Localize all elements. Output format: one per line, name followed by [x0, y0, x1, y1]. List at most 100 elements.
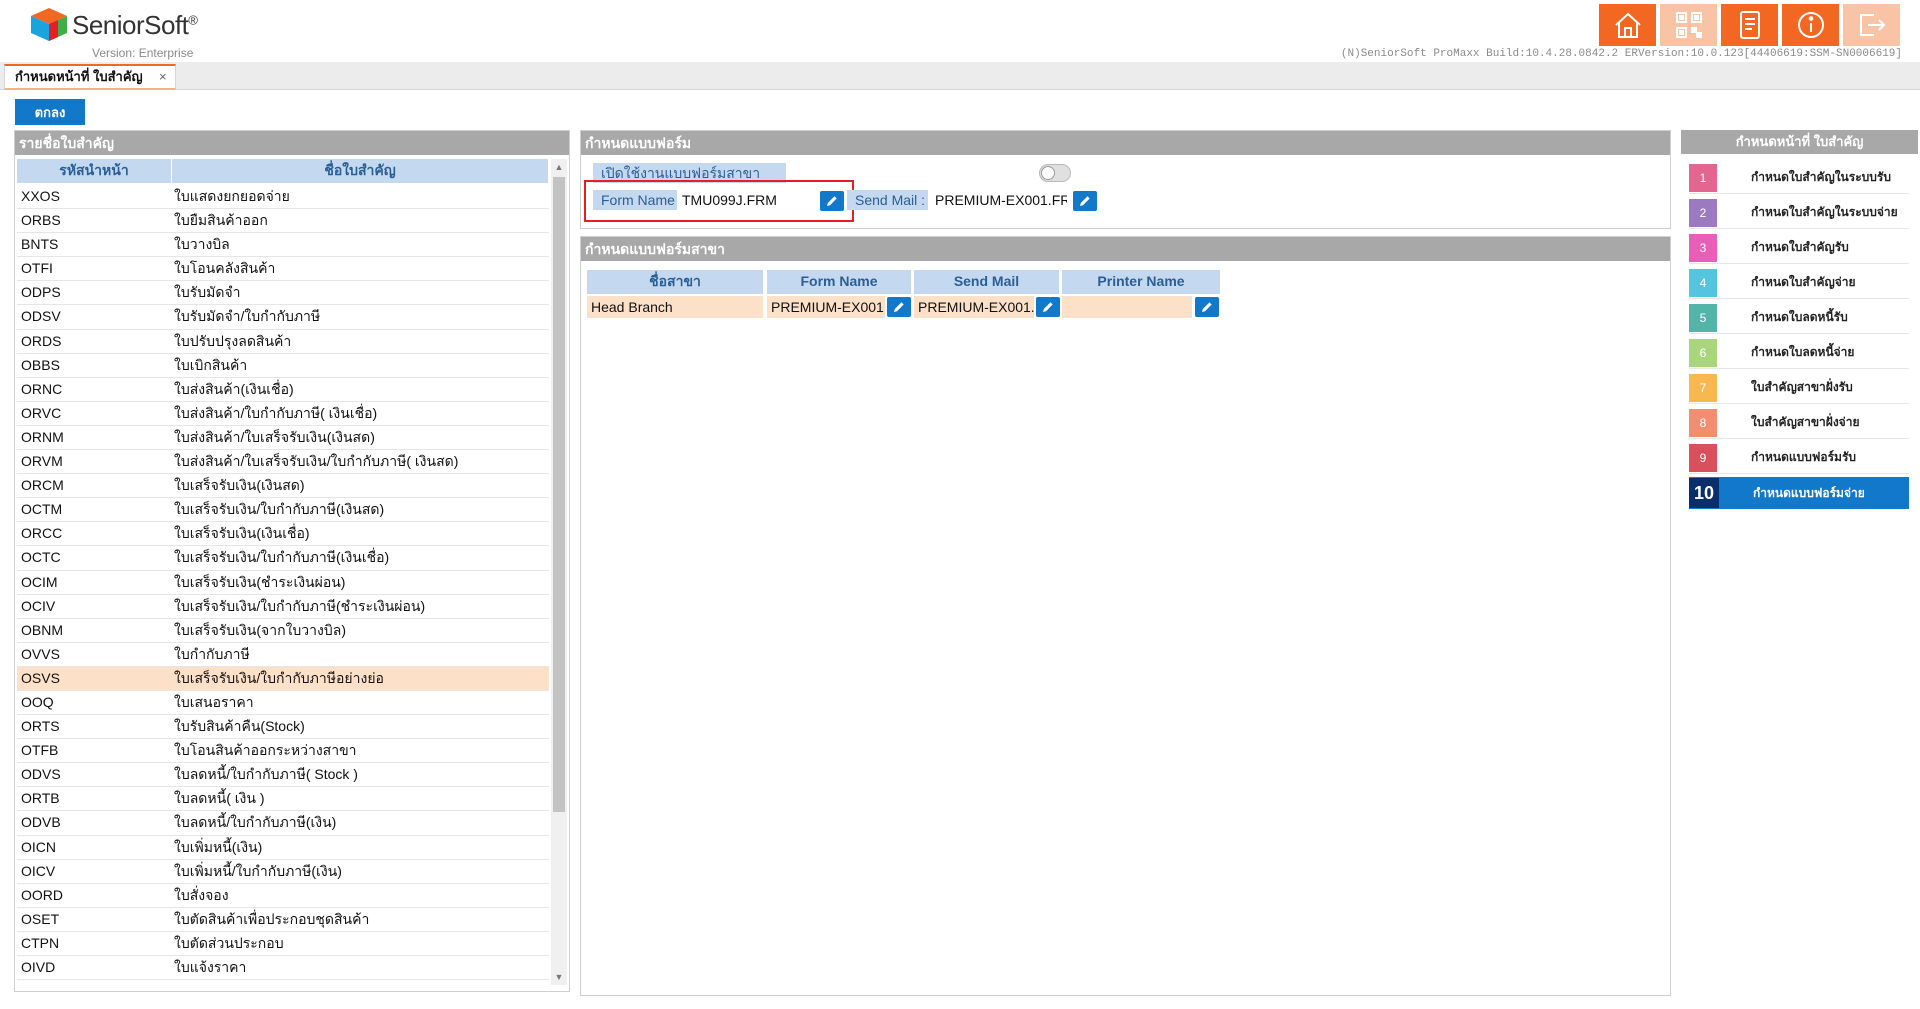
nav-item-3[interactable]: 3 กำหนดใบสำคัญรับ	[1689, 232, 1909, 264]
document-code: OBNM	[21, 621, 63, 638]
branch-send-mail-cell[interactable]: PREMIUM-EX001.FRM	[914, 296, 1034, 318]
table-row[interactable]: ORCM ใบเสร็จรับเงิน(เงินสด)	[17, 474, 549, 499]
table-row[interactable]: OORD ใบสั่งจอง	[17, 884, 549, 908]
nav-item-label: กำหนดใบสำคัญในระบบรับ	[1751, 170, 1891, 184]
document-name: ใบเสนอราคา	[174, 693, 254, 710]
document-name: ใบเบิกสินค้า	[174, 356, 248, 373]
nav-item-1[interactable]: 1 กำหนดใบสำคัญในระบบรับ	[1689, 162, 1909, 194]
branch-name-cell[interactable]: Head Branch	[587, 296, 763, 318]
nav-item-10[interactable]: 10 กำหนดแบบฟอร์มจ่าย	[1689, 477, 1909, 509]
document-list-button[interactable]	[1721, 4, 1778, 46]
qr-code-icon	[1675, 12, 1702, 38]
column-header-code[interactable]: รหัสนำหน้า	[17, 159, 172, 183]
table-row[interactable]: OOQ ใบเสนอราคา	[17, 691, 549, 716]
document-name: ใบเสร็จรับเงิน/ใบกำกับภาษี(เงินเชื่อ)	[174, 549, 390, 566]
scroll-up-icon[interactable]: ▲	[551, 159, 567, 175]
document-code: OBBS	[21, 356, 60, 373]
table-row[interactable]: ORTS ใบรับสินค้าคืน(Stock)	[17, 715, 549, 740]
table-row[interactable]: ORBS ใบยืมสินค้าออก	[17, 209, 549, 234]
nav-item-label: กำหนดแบบฟอร์มจ่าย	[1753, 485, 1865, 500]
table-row[interactable]: ODVS ใบลดหนี้/ใบกำกับภาษี( Stock )	[17, 763, 549, 788]
table-row[interactable]: ORNC ใบส่งสินค้า(เงินเชื่อ)	[17, 378, 549, 402]
table-row[interactable]: ORTB ใบลดหนี้( เงิน )	[17, 787, 549, 812]
document-list-title: รายชื่อใบสำคัญ	[15, 131, 569, 155]
nav-item-9[interactable]: 9 กำหนดแบบฟอร์มรับ	[1689, 442, 1909, 474]
form-settings-title: กำหนดแบบฟอร์ม	[581, 131, 1670, 155]
pencil-icon	[894, 302, 904, 312]
pencil-icon	[1043, 302, 1053, 312]
top-toolbar	[1599, 4, 1900, 46]
table-row[interactable]: OIVD ใบแจ้งราคา	[17, 956, 549, 981]
info-button[interactable]	[1782, 4, 1839, 46]
table-row[interactable]: CTPN ใบตัดส่วนประกอบ	[17, 932, 549, 956]
table-row[interactable]: OSVS ใบเสร็จรับเงิน/ใบกำกับภาษีอย่างย่อ	[17, 666, 549, 691]
table-row[interactable]: OCTM ใบเสร็จรับเงิน/ใบกำกับภาษี(เงินสด)	[17, 498, 549, 523]
branch-printer-name-cell[interactable]	[1062, 296, 1192, 318]
nav-item-label: กำหนดใบสำคัญในระบบจ่าย	[1751, 205, 1898, 219]
table-row[interactable]: ORVC ใบส่งสินค้า/ใบกำกับภาษี( เงินเชื่อ)	[17, 402, 549, 426]
highlight-box	[584, 180, 854, 222]
table-row[interactable]: OVVS ใบกำกับภาษี	[17, 643, 549, 667]
nav-item-7[interactable]: 7 ใบสำคัญสาขาฝั่งรับ	[1689, 372, 1909, 404]
send-mail-label: Send Mail :	[847, 190, 928, 210]
branch-form-toggle[interactable]	[1039, 164, 1071, 182]
table-row[interactable]: ORDS ใบปรับปรุงลดสินค้า	[17, 330, 549, 354]
tab-document-duty[interactable]: กำหนดหน้าที่ ใบสำคัญ ×	[4, 64, 176, 90]
branch-form-name-cell[interactable]: PREMIUM-EX001.FRM	[767, 296, 885, 318]
edit-branch-form-name-button[interactable]	[887, 297, 911, 317]
document-name: ใบรับมัดจำ/ใบกำกับภาษี	[174, 308, 321, 325]
document-code: OTFI	[21, 260, 53, 277]
close-icon[interactable]: ×	[159, 66, 167, 87]
toggle-knob	[1041, 166, 1055, 180]
table-row[interactable]: OCIM ใบเสร็จรับเงิน(ชำระเงินผ่อน)	[17, 571, 549, 595]
scroll-thumb[interactable]	[553, 177, 565, 812]
table-row[interactable]: OICN ใบเพิ่มหนี้(เงิน)	[17, 836, 549, 860]
table-row[interactable]: ODVB ใบลดหนี้/ใบกำกับภาษี(เงิน)	[17, 811, 549, 836]
table-row[interactable]: XXOS ใบแสดงยกยอดจ่าย	[17, 185, 549, 210]
ok-button[interactable]: ตกลง	[15, 99, 85, 125]
scroll-down-icon[interactable]: ▼	[551, 969, 567, 985]
edit-send-mail-button[interactable]	[1073, 191, 1097, 211]
table-row[interactable]: ORCC ใบเสร็จรับเงิน(เงินเชื่อ)	[17, 522, 549, 547]
table-row[interactable]: OCTC ใบเสร็จรับเงิน/ใบกำกับภาษี(เงินเชื่อ…	[17, 546, 549, 571]
nav-item-6[interactable]: 6 กำหนดใบลดหนี้จ่าย	[1689, 337, 1909, 369]
document-name: ใบกำกับภาษี	[174, 645, 250, 662]
table-row[interactable]: OBBS ใบเบิกสินค้า	[17, 354, 549, 378]
table-row[interactable]: OSET ใบตัดสินค้าเพื่อประกอบชุดสินค้า	[17, 908, 549, 932]
document-name: ใบลดหนี้/ใบกำกับภาษี(เงิน)	[174, 814, 337, 831]
nav-item-2[interactable]: 2 กำหนดใบสำคัญในระบบจ่าย	[1689, 197, 1909, 229]
document-name: ใบตัดสินค้าเพื่อประกอบชุดสินค้า	[174, 910, 370, 927]
pencil-icon	[1080, 196, 1090, 206]
edit-branch-printer-button[interactable]	[1195, 297, 1219, 317]
table-row[interactable]: OTFI ใบโอนคลังสินค้า	[17, 257, 549, 282]
document-name: ใบเสร็จรับเงิน/ใบกำกับภาษี(ชำระเงินผ่อน)	[174, 597, 426, 614]
table-row[interactable]: BNTS ใบวางบิล	[17, 233, 549, 258]
table-row[interactable]: ODSV ใบรับมัดจำ/ใบกำกับภาษี	[17, 305, 549, 330]
version-text: Version: Enterprise	[92, 46, 194, 60]
document-code: XXOS	[21, 188, 60, 204]
edit-branch-send-mail-button[interactable]	[1036, 297, 1060, 317]
home-button[interactable]	[1599, 4, 1656, 46]
document-code: OICN	[21, 838, 56, 855]
column-header-name[interactable]: ชื่อใบสำคัญ	[172, 159, 549, 183]
document-name: ใบเสร็จรับเงิน(เงินเชื่อ)	[174, 525, 310, 542]
table-row[interactable]: ORNM ใบส่งสินค้า/ใบเสร็จรับเงิน(เงินสด)	[17, 426, 549, 451]
table-row[interactable]: ORVM ใบส่งสินค้า/ใบเสร็จรับเงิน/ใบกำกับภา…	[17, 450, 549, 475]
document-code: ORNM	[21, 428, 64, 445]
table-row[interactable]: OCIV ใบเสร็จรับเงิน/ใบกำกับภาษี(ชำระเงินผ…	[17, 595, 549, 619]
nav-number-badge: 2	[1689, 198, 1717, 227]
nav-item-4[interactable]: 4 กำหนดใบสำคัญจ่าย	[1689, 267, 1909, 299]
document-list-scrollbar[interactable]: ▲ ▼	[551, 159, 567, 985]
document-code: ORTB	[21, 790, 60, 807]
nav-item-5[interactable]: 5 กำหนดใบลดหนี้รับ	[1689, 302, 1909, 334]
table-row[interactable]: OTFB ใบโอนสินค้าออกระหว่างสาขา	[17, 739, 549, 764]
nav-item-8[interactable]: 8 ใบสำคัญสาขาฝั่งจ่าย	[1689, 407, 1909, 439]
table-row[interactable]: OBNM ใบเสร็จรับเงิน(จากใบวางบิล)	[17, 619, 549, 643]
document-code: ORDS	[21, 332, 62, 349]
logout-button[interactable]	[1843, 4, 1900, 46]
document-code: ODSV	[21, 308, 61, 325]
table-row[interactable]: ODPS ใบรับมัดจำ	[17, 281, 549, 306]
table-row[interactable]: OICV ใบเพิ่มหนี้/ใบกำกับภาษี(เงิน)	[17, 860, 549, 884]
document-code: ORVM	[21, 453, 63, 470]
qr-code-button[interactable]	[1660, 4, 1717, 46]
